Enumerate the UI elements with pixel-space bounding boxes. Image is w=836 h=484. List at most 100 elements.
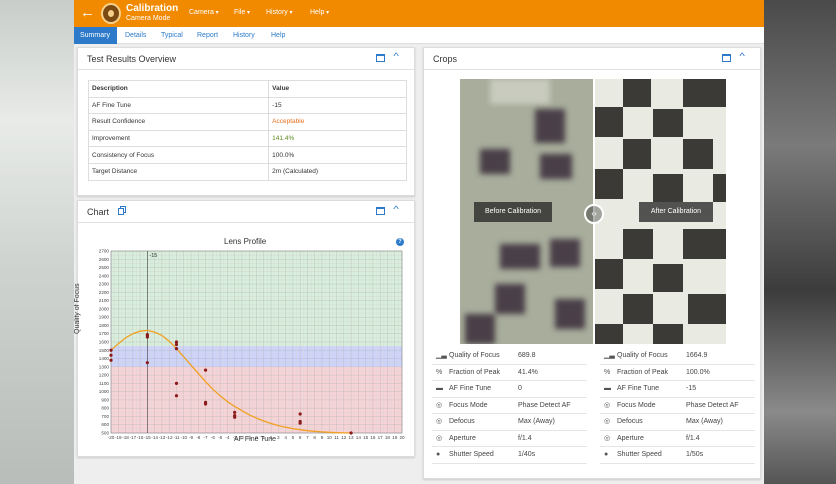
lens-profile-chart: 5006007008009001000110012001300140015001… bbox=[99, 249, 405, 441]
row-description: Consistency of Focus bbox=[87, 146, 270, 164]
info-row: ◎ Defocus Max (Away) bbox=[600, 414, 755, 431]
bar-chart-icon: ▁▃ bbox=[436, 352, 447, 359]
info-row: % Fraction of Peak 100.0% bbox=[600, 365, 755, 381]
x-tick-label: 10 bbox=[327, 435, 333, 440]
info-value: Phase Detect AF bbox=[686, 401, 739, 409]
y-tick-label: 1600 bbox=[99, 340, 110, 345]
info-row: ● Shutter Speed 1/50s bbox=[600, 447, 755, 464]
data-point bbox=[109, 348, 113, 352]
x-tick-label: 8 bbox=[313, 435, 316, 440]
x-tick-label: 17 bbox=[378, 435, 384, 440]
x-tick-label: -20 bbox=[108, 435, 115, 440]
x-tick-label: 7 bbox=[306, 435, 309, 440]
x-tick-label: -10 bbox=[180, 435, 187, 440]
shutter-icon: ● bbox=[604, 451, 609, 458]
x-tick-label: -16 bbox=[137, 435, 144, 440]
x-tick-label: 5 bbox=[292, 435, 295, 440]
info-value: Max (Away) bbox=[518, 418, 555, 425]
x-tick-label: 20 bbox=[399, 435, 405, 440]
back-arrow-icon[interactable]: ← bbox=[80, 5, 96, 21]
table-row: AF Fine Tune -15 bbox=[87, 96, 407, 115]
app-title: Calibration bbox=[126, 3, 179, 14]
x-tick-label: -7 bbox=[204, 435, 209, 440]
menu-history[interactable]: History bbox=[266, 9, 292, 16]
row-description: Improvement bbox=[87, 129, 270, 148]
tab-typical[interactable]: Typical bbox=[155, 27, 189, 44]
x-tick-label: 12 bbox=[341, 435, 347, 440]
info-key: Defocus bbox=[449, 418, 475, 425]
info-key: Shutter Speed bbox=[449, 451, 494, 458]
collapse-chevron-icon[interactable]: ^ bbox=[739, 51, 745, 61]
tab-summary[interactable]: Summary bbox=[74, 27, 117, 44]
info-value: Phase Detect AF bbox=[518, 401, 571, 409]
y-tick-label: 1000 bbox=[99, 389, 110, 394]
y-tick-label: 2100 bbox=[99, 298, 110, 303]
info-key: Aperture bbox=[449, 434, 476, 442]
info-row: ◎ Focus Mode Phase Detect AF bbox=[600, 398, 755, 414]
tab-history[interactable]: History bbox=[227, 27, 261, 44]
data-point bbox=[349, 431, 353, 435]
after-calibration-label: After Calibration bbox=[639, 202, 713, 222]
data-point bbox=[174, 342, 179, 347]
row-value: Acceptable bbox=[268, 113, 407, 131]
info-key: Fraction of Peak bbox=[449, 368, 500, 376]
x-tick-label: -15 bbox=[144, 435, 151, 440]
info-row: ◎ Defocus Max (Away) bbox=[432, 414, 587, 431]
menu-camera[interactable]: Camera bbox=[189, 9, 219, 16]
app-window: ← Calibration Camera Mode Camera File Hi… bbox=[74, 0, 764, 484]
tab-report[interactable]: Report bbox=[191, 27, 224, 44]
before-info-list: ▁▃ Quality of Focus 689.8% Fraction of Peak… bbox=[432, 348, 592, 468]
x-tick-label: 14 bbox=[356, 435, 362, 440]
y-tick-label: 2600 bbox=[99, 257, 110, 262]
y-tick-label: 1900 bbox=[99, 315, 110, 320]
info-value: 41.4% bbox=[518, 368, 538, 376]
collapse-chevron-icon[interactable]: ^ bbox=[393, 51, 399, 61]
compare-slider-handle-icon[interactable]: ‹› bbox=[584, 204, 604, 224]
window-icon[interactable] bbox=[722, 54, 731, 62]
data-point bbox=[203, 368, 208, 372]
data-point bbox=[174, 394, 179, 398]
x-tick-label: -6 bbox=[211, 435, 216, 440]
info-row: ◎ Focus Mode Phase Detect AF bbox=[432, 398, 587, 414]
y-axis-label: Quality of Focus bbox=[74, 283, 81, 334]
table-row: Consistency of Focus 100.0% bbox=[87, 146, 407, 164]
info-key: Shutter Speed bbox=[617, 451, 662, 458]
info-key: Aperture bbox=[617, 434, 644, 442]
data-point bbox=[174, 347, 179, 351]
menu-file[interactable]: File bbox=[234, 9, 250, 16]
info-key: AF Fine Tune bbox=[617, 385, 660, 392]
x-tick-label: 16 bbox=[370, 435, 376, 440]
y-tick-label: 1500 bbox=[99, 348, 110, 353]
app-subtitle: Camera Mode bbox=[126, 15, 171, 22]
shutter-icon: ● bbox=[436, 451, 441, 458]
menu-help[interactable]: Help bbox=[310, 9, 329, 16]
x-tick-label: 6 bbox=[299, 435, 302, 440]
tab-details[interactable]: Details bbox=[119, 27, 152, 44]
aperture-icon: ◎ bbox=[436, 434, 443, 442]
y-tick-label: 800 bbox=[101, 406, 109, 411]
x-tick-label: -9 bbox=[189, 435, 194, 440]
row-value: 2m (Calculated) bbox=[268, 162, 407, 181]
info-key: AF Fine Tune bbox=[449, 385, 492, 392]
slider-icon: ▬ bbox=[604, 385, 611, 392]
y-tick-label: 2500 bbox=[99, 265, 110, 270]
app-logo-icon bbox=[101, 3, 121, 24]
y-tick-label: 600 bbox=[101, 422, 109, 427]
results-panel-header: Test Results Overview ^ bbox=[78, 48, 414, 70]
tab-bar: Summary Details Typical Report History H… bbox=[74, 27, 764, 44]
crop-comparison-image[interactable]: Before Calibration After Calibration ‹› bbox=[460, 79, 726, 344]
tab-help[interactable]: Help bbox=[265, 27, 291, 44]
info-key: Defocus bbox=[617, 418, 643, 425]
y-tick-label: 1200 bbox=[99, 373, 110, 378]
x-tick-label: 9 bbox=[321, 435, 324, 440]
y-tick-label: 2700 bbox=[99, 249, 110, 254]
percent-icon: % bbox=[436, 368, 443, 376]
window-icon[interactable] bbox=[376, 54, 385, 62]
data-point bbox=[203, 402, 208, 406]
info-row: % Fraction of Peak 41.4% bbox=[432, 365, 587, 381]
column-header: Value bbox=[268, 80, 407, 98]
target-icon: ◎ bbox=[604, 418, 611, 425]
info-key: Focus Mode bbox=[617, 401, 656, 409]
y-tick-label: 1300 bbox=[99, 364, 110, 369]
crops-panel-title: Crops bbox=[433, 54, 458, 64]
